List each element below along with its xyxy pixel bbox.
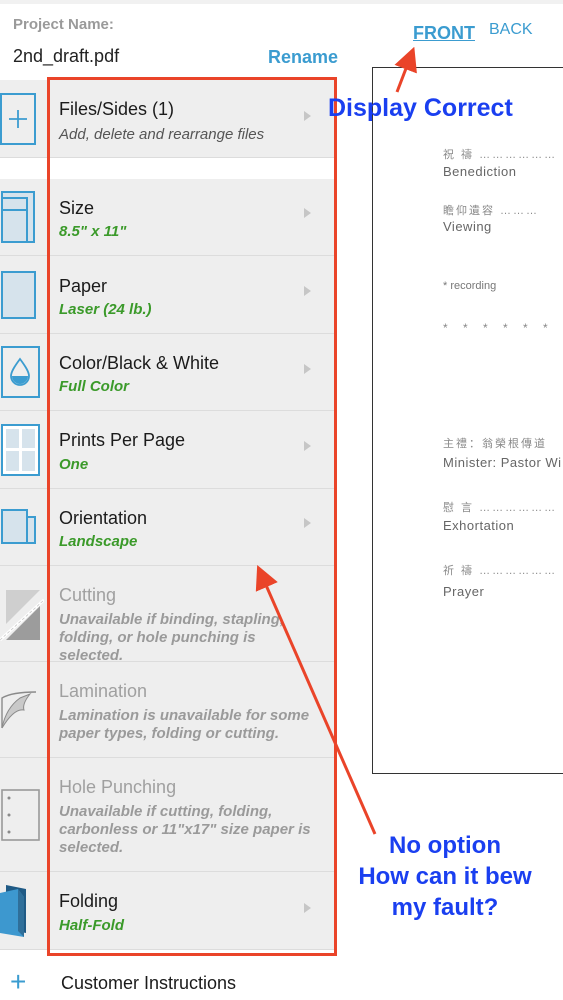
annotation-line: How can it bew	[358, 863, 532, 890]
option-cutting: Cutting Unavailable if binding, stapling…	[0, 566, 334, 664]
option-unavailable-note: Unavailable if cutting, folding, carbonl…	[59, 803, 311, 856]
preview-line-en: Minister: Pastor Wi	[443, 455, 562, 470]
option-value: Half-Fold	[59, 917, 124, 934]
option-unavailable-note: Lamination is unavailable for some paper…	[59, 707, 310, 742]
option-title: Prints Per Page	[59, 430, 186, 450]
orientation-icon	[0, 489, 44, 565]
plus-icon: +	[10, 966, 27, 997]
chevron-right-icon	[304, 441, 311, 451]
add-file-icon	[0, 80, 44, 157]
preview-line-en: Benediction	[443, 164, 517, 179]
folding-icon	[0, 872, 44, 949]
preview-line-cn: 祈 禱 ………………	[443, 565, 558, 577]
project-name-label: Project Name:	[13, 16, 114, 33]
option-files-sides[interactable]: Files/Sides (1) Add, delete and rearrang…	[0, 80, 334, 158]
paper-icon	[0, 256, 44, 333]
preview-stars: * * * * * * * * * *	[443, 321, 563, 335]
preview-line-cn: 慰 言 ………………	[443, 502, 558, 514]
option-title: Orientation	[59, 508, 148, 528]
preview-line-cn: 主禮：翁榮根傳道	[443, 438, 547, 450]
annotation-no-option: No option How can it bew my fault?	[345, 830, 545, 923]
lamination-icon	[0, 662, 44, 757]
chevron-right-icon	[304, 364, 311, 374]
preview-line-en: Exhortation	[443, 518, 515, 533]
section-spacer	[0, 158, 334, 179]
preview-line-cn: 瞻仰遺容 ………	[443, 205, 540, 217]
option-title: Folding	[59, 891, 119, 911]
option-prints-per-page[interactable]: Prints Per Page One	[0, 411, 334, 489]
rename-button[interactable]: Rename	[268, 47, 338, 68]
customer-instructions-button[interactable]: + Customer Instructions	[0, 964, 334, 1000]
preview-line-cn: 祝 禱 ………………	[443, 149, 558, 161]
option-title: Lamination	[59, 681, 148, 701]
option-title: Color/Black & White	[59, 353, 220, 373]
chevron-right-icon	[304, 111, 311, 121]
option-paper[interactable]: Paper Laser (24 lb.)	[0, 256, 334, 334]
ink-drop-icon	[0, 334, 44, 410]
print-options-list: Files/Sides (1) Add, delete and rearrang…	[0, 80, 334, 950]
option-value: 8.5" x 11"	[59, 223, 127, 240]
preview-line-en: Prayer	[443, 584, 485, 599]
annotation-line: my fault?	[391, 894, 499, 921]
option-value: Landscape	[59, 533, 138, 550]
option-title: Hole Punching	[59, 777, 177, 797]
option-value: One	[59, 456, 89, 473]
option-title: Size	[59, 198, 95, 218]
option-unavailable-note: Unavailable if binding, stapling, foldin…	[59, 611, 285, 664]
option-size[interactable]: Size 8.5" x 11"	[0, 179, 334, 256]
chevron-right-icon	[304, 286, 311, 296]
hole-punch-icon	[0, 758, 44, 871]
option-hole-punching: Hole Punching Unavailable if cutting, fo…	[0, 758, 334, 872]
annotation-line: No option	[389, 832, 501, 859]
top-strip	[0, 0, 563, 4]
chevron-right-icon	[304, 903, 311, 913]
chevron-right-icon	[304, 208, 311, 218]
option-title: Files/Sides (1)	[59, 99, 175, 119]
cutting-icon	[0, 566, 44, 661]
option-color[interactable]: Color/Black & White Full Color	[0, 334, 334, 411]
paper-size-icon	[0, 179, 44, 255]
option-title: Cutting	[59, 585, 117, 605]
option-title: Paper	[59, 276, 108, 296]
project-name-value: 2nd_draft.pdf	[13, 46, 120, 66]
option-value: Laser (24 lb.)	[59, 301, 152, 318]
option-value: Full Color	[59, 378, 129, 395]
option-orientation[interactable]: Orientation Landscape	[0, 489, 334, 566]
option-subtitle: Add, delete and rearrange files	[59, 126, 265, 143]
tab-front[interactable]: FRONT	[413, 23, 475, 44]
chevron-right-icon	[304, 518, 311, 528]
preview-line-en: Viewing	[443, 219, 492, 234]
customer-instructions-label: Customer Instructions	[61, 973, 237, 993]
document-preview[interactable]: 祝 禱 ……………… Benediction 瞻仰遺容 ……… Viewing …	[372, 67, 563, 774]
annotation-display-correct: Display Correct	[328, 94, 513, 122]
option-folding[interactable]: Folding Half-Fold	[0, 872, 334, 950]
tab-back[interactable]: BACK	[489, 21, 533, 39]
preview-note: * recording	[443, 280, 497, 292]
option-lamination: Lamination Lamination is unavailable for…	[0, 662, 334, 758]
grid-icon	[0, 411, 44, 488]
